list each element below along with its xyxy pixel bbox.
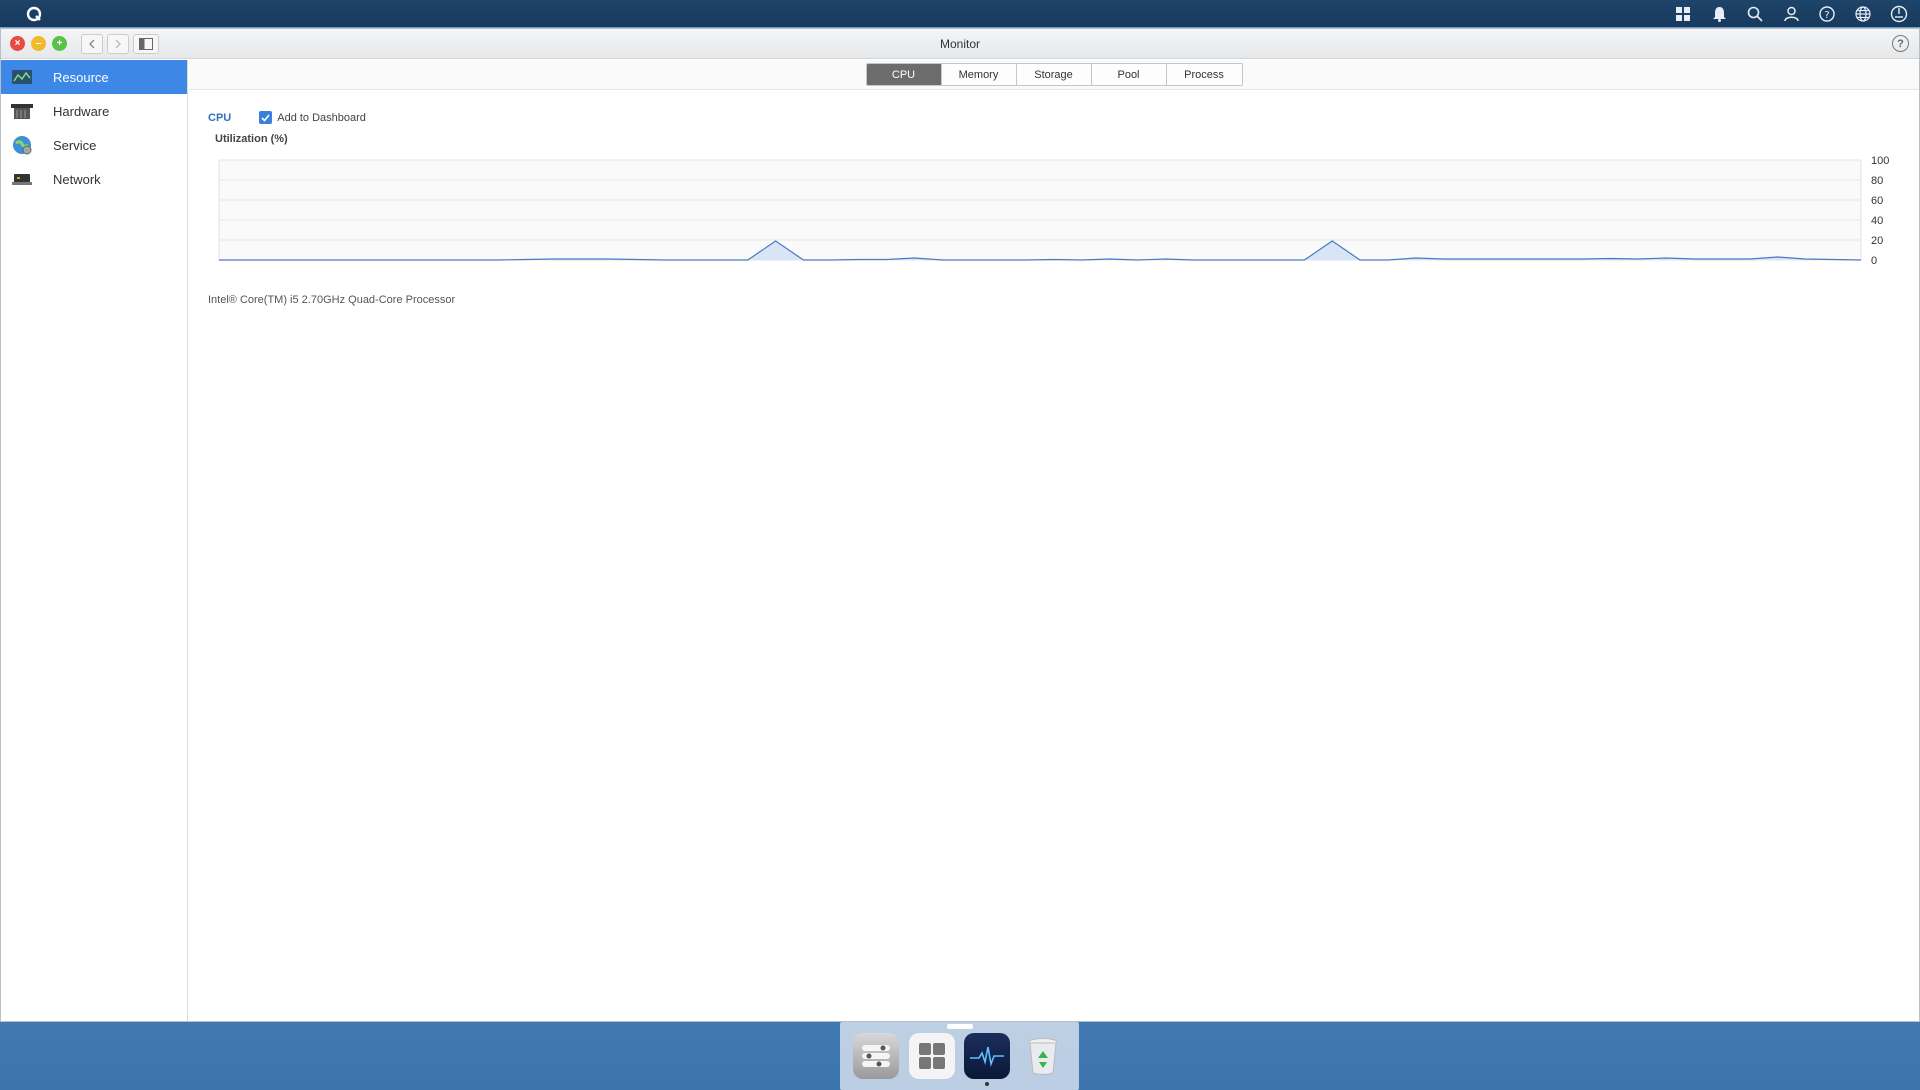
y-tick-label: 20 [1871,235,1883,247]
globe-service-icon [11,136,33,155]
sidebar-item-network[interactable]: Network [1,162,187,196]
toggle-sidebar-button[interactable] [133,33,159,54]
y-tick-label: 100 [1871,155,1889,167]
sidebar-panel-icon [139,37,153,50]
maximize-window-button[interactable]: + [52,36,67,51]
y-tick-label: 0 [1871,255,1877,267]
section-title: CPU [208,111,232,124]
tab-pool[interactable]: Pool [1091,64,1167,85]
sidebar-item-label: Hardware [53,103,110,119]
sidebar-item-service[interactable]: Service [1,128,187,162]
dashboard-gauge-icon[interactable] [1888,3,1910,25]
tab-memory[interactable]: Memory [941,64,1017,85]
app-grid-icon[interactable] [908,1033,955,1079]
svg-text:?: ? [1824,10,1829,21]
sidebar: Resource Hardware Service Network [1,60,188,1021]
running-indicator [985,1082,990,1086]
cpu-utilization-chart: 100 80 60 40 20 0 [218,155,1889,267]
system-top-bar: ? [0,0,1920,27]
chevron-right-icon [115,39,121,48]
minimize-window-button[interactable]: – [31,36,46,51]
sidebar-item-resource[interactable]: Resource [1,60,187,94]
tab-cpu[interactable]: CPU [866,64,942,85]
apps-grid-icon[interactable] [1672,3,1694,25]
utilization-axis-label: Utilization (%) [215,133,288,145]
cpu-section-header: CPU Add to Dashboard [208,111,366,124]
user-icon[interactable] [1780,3,1802,25]
checkmark-icon [261,113,270,122]
main-content: CPU Memory Storage Pool Process CPU Add … [189,60,1919,1021]
qnap-logo-icon[interactable] [20,0,47,27]
tab-process[interactable]: Process [1166,64,1242,85]
back-button[interactable] [81,33,103,54]
chevron-left-icon [89,39,95,48]
y-tick-label: 80 [1871,175,1883,187]
control-panel-icon[interactable] [852,1033,899,1079]
search-icon[interactable] [1744,3,1766,25]
y-tick-label: 40 [1871,215,1883,227]
resource-chart-icon [11,68,33,86]
recycle-bin-icon[interactable] [1020,1033,1066,1079]
chart-plot-area [218,159,1862,261]
window-title: Monitor [939,37,980,51]
notification-bell-icon[interactable] [1708,3,1730,25]
add-to-dashboard-label[interactable]: Add to Dashboard [277,112,366,124]
cpu-utilization-chart-container: 100 80 60 40 20 0 [189,148,1920,278]
window-help-button[interactable]: ? [1892,35,1909,52]
window-titlebar[interactable]: × – + Monitor ? [1,29,1919,59]
language-globe-icon[interactable] [1852,3,1874,25]
help-icon[interactable]: ? [1816,3,1838,25]
sidebar-item-label: Service [53,137,97,153]
tab-storage[interactable]: Storage [1016,64,1092,85]
dock [840,1022,1079,1090]
y-tick-label: 60 [1871,195,1883,207]
monitor-app-icon[interactable] [964,1033,1011,1086]
sidebar-item-hardware[interactable]: Hardware [1,94,187,128]
tab-bar: CPU Memory Storage Pool Process [189,60,1919,90]
hardware-icon [11,102,33,120]
forward-button[interactable] [107,33,129,54]
sidebar-item-label: Resource [53,69,109,85]
add-to-dashboard-checkbox[interactable] [259,111,273,124]
processor-name: Intel® Core(TM) i5 2.70GHz Quad-Core Pro… [208,294,456,306]
dock-handle[interactable] [947,1024,973,1029]
network-device-icon [11,170,33,188]
monitor-window: × – + Monitor ? Resource Hardware Servic… [0,28,1920,1022]
close-window-button[interactable]: × [10,36,25,51]
sidebar-item-label: Network [53,171,101,187]
